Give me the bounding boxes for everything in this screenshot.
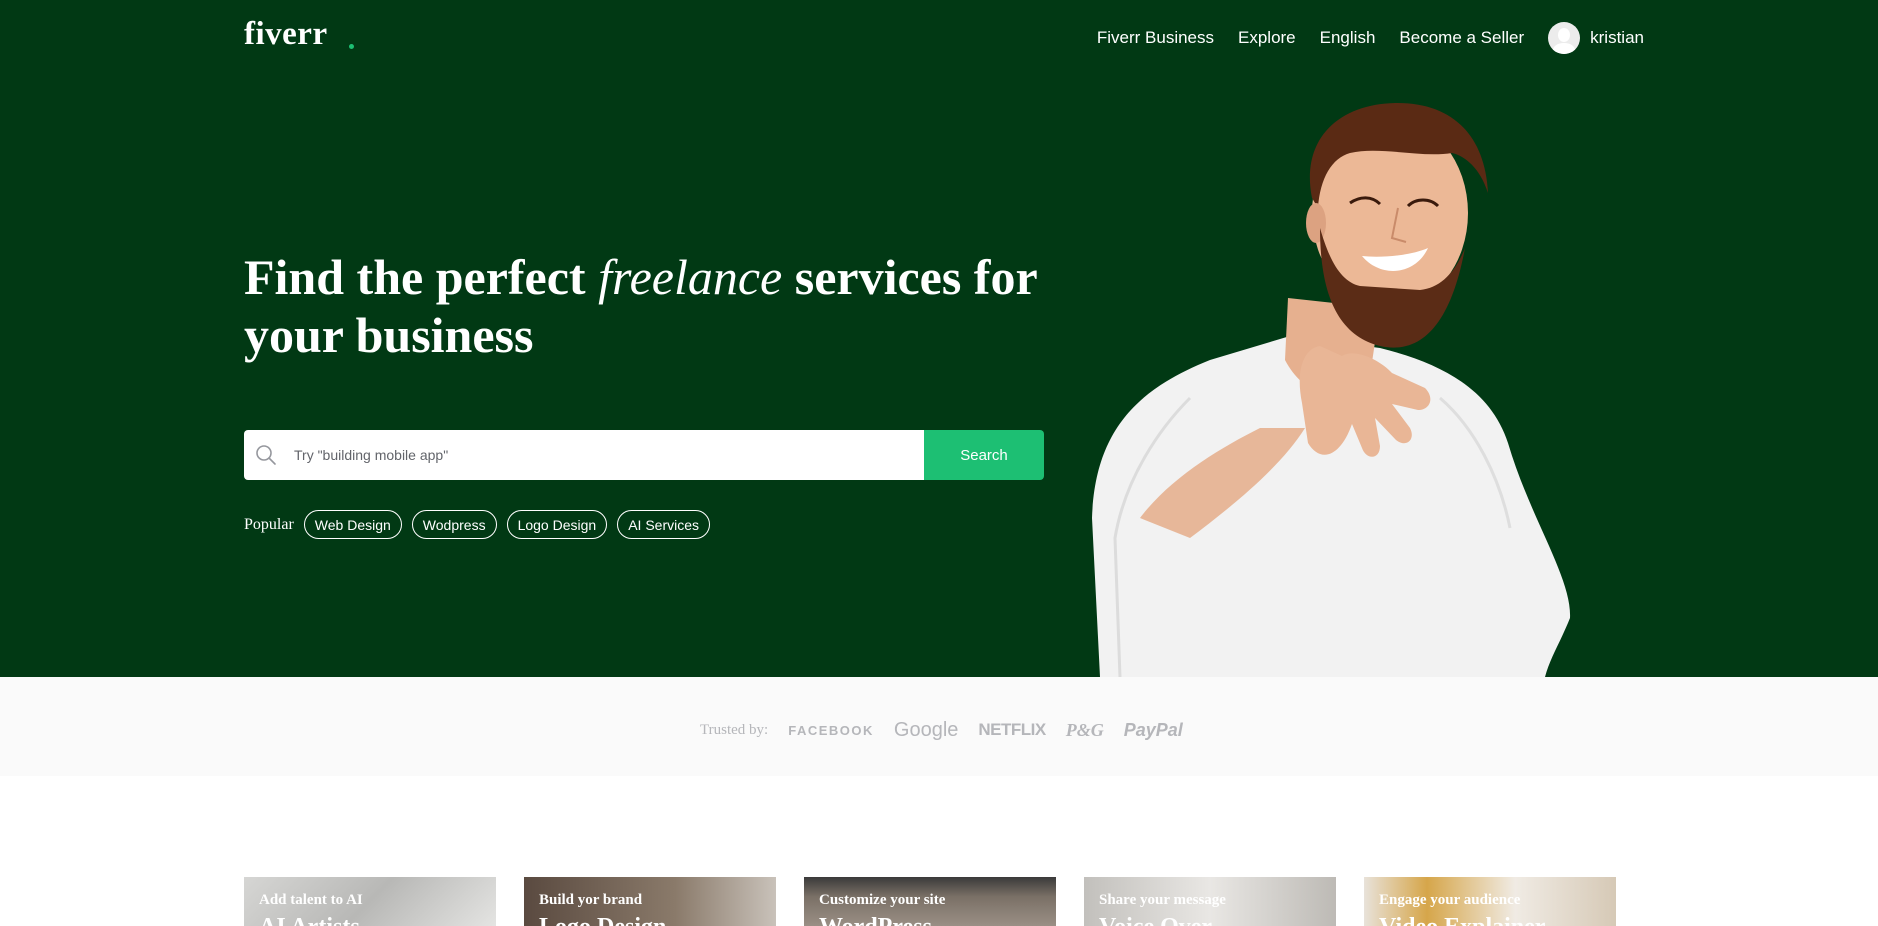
search-button[interactable]: Search [924, 430, 1044, 480]
nav-fiverr-business-link[interactable]: Fiverr Business [1097, 28, 1214, 48]
nav-links: Fiverr Business Explore English Become a… [1073, 22, 1644, 54]
service-card-voice-over[interactable]: Share your message Voice Over [1084, 877, 1336, 926]
service-card-subtitle: Build yor brand [539, 892, 643, 908]
search-box [244, 430, 924, 480]
service-card-subtitle: Engage your audience [1379, 892, 1521, 908]
service-card-subtitle: Customize your site [819, 892, 946, 908]
popular-tags: Popular Web Design Wodpress Logo Design … [244, 510, 720, 539]
logo-dot-icon [349, 44, 354, 49]
trusted-by-bar: Trusted by: FACEBOOK Google NETFLIX P&G … [0, 677, 1878, 776]
netflix-logo: NETFLIX [978, 720, 1046, 739]
google-logo: Google [893, 718, 959, 741]
popular-tag-wordpress[interactable]: Wodpress [411, 510, 497, 539]
fiverr-logo[interactable]: fiverr [244, 16, 328, 53]
popular-tag-ai-services[interactable]: AI Services [617, 510, 711, 539]
hero-headline: Find the perfect freelance services for … [244, 248, 1074, 364]
hero-person-image [1092, 102, 1571, 677]
trusted-by-label: Trusted by: [700, 721, 769, 738]
service-card-video-explainer[interactable]: Engage your audience Video Explainer [1364, 877, 1616, 926]
popular-services-carousel: Add talent to AI AI Artists Build yor br… [244, 877, 1644, 926]
service-card-title: Video Explainer [1379, 914, 1545, 926]
service-card-ai-artists[interactable]: Add talent to AI AI Artists [244, 877, 496, 926]
pg-logo: P&G [1065, 719, 1104, 740]
headline-emphasis: freelance [598, 249, 783, 305]
top-navbar: fiverr Fiverr Business Explore English B… [0, 0, 1878, 78]
service-card-title: Voice Over [1099, 914, 1212, 926]
avatar-placeholder-icon[interactable] [1548, 22, 1581, 54]
search-icon [256, 445, 276, 465]
popular-tag-logo-design[interactable]: Logo Design [506, 510, 608, 539]
trusted-by-list: Trusted by: FACEBOOK Google NETFLIX P&G … [700, 715, 1203, 745]
service-card-title: AI Artists [259, 914, 360, 926]
service-card-subtitle: Add talent to AI [259, 892, 363, 908]
facebook-logo: FACEBOOK [788, 722, 874, 738]
user-name[interactable]: kristian [1590, 28, 1644, 48]
service-card-subtitle: Share your message [1099, 892, 1226, 908]
search-input[interactable] [294, 430, 894, 480]
nav-explore-link[interactable]: Explore [1238, 28, 1296, 48]
search-bar: Search [244, 430, 1044, 480]
service-card-title: WordPress [819, 914, 932, 926]
popular-tag-web-design[interactable]: Web Design [303, 510, 402, 539]
service-card-logo-design[interactable]: Build yor brand Logo Design [524, 877, 776, 926]
user-menu[interactable]: kristian [1548, 22, 1644, 54]
paypal-logo: PayPal [1123, 719, 1183, 740]
hero-section: fiverr Fiverr Business Explore English B… [0, 0, 1878, 677]
service-card-title: Logo Design [539, 914, 666, 926]
nav-become-seller-link[interactable]: Become a Seller [1399, 28, 1524, 48]
headline-part-1: Find the perfect [244, 249, 599, 305]
popular-label: Popular [244, 515, 294, 533]
nav-language-link[interactable]: English [1320, 28, 1376, 48]
service-card-wordpress[interactable]: Customize your site WordPress [804, 877, 1056, 926]
